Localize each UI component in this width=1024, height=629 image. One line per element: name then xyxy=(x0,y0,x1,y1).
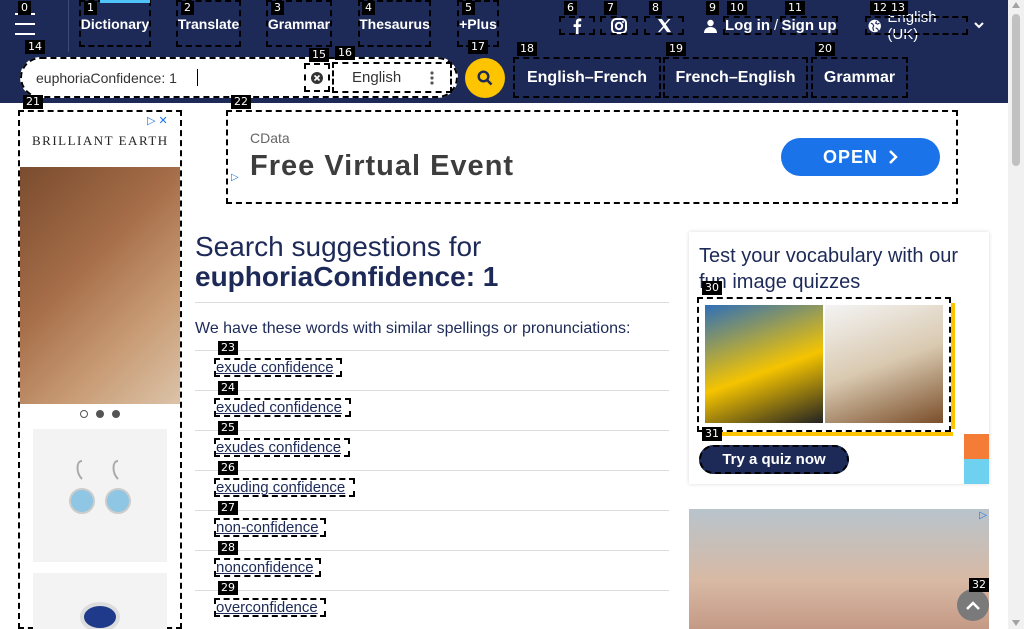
suggestion-link[interactable]: non-confidence xyxy=(214,518,326,537)
search-input[interactable] xyxy=(36,68,298,88)
mark-label: 1 xyxy=(84,1,97,15)
page-scrollbar[interactable] xyxy=(1008,0,1024,629)
ad-earrings-image xyxy=(33,429,167,562)
mark-label: 21 xyxy=(23,95,43,109)
page-title-prefix: Search suggestions for xyxy=(195,231,482,262)
link-french-english[interactable]: French–English xyxy=(663,57,808,98)
mark-label: 32 xyxy=(969,578,989,592)
dictionary-selector[interactable]: English xyxy=(332,62,452,93)
ad-headline: Free Virtual Event xyxy=(250,150,515,182)
suggestion-link[interactable]: exuding confidence xyxy=(214,478,355,497)
scrollbar-thumb[interactable] xyxy=(1012,14,1020,166)
scrollbar-up-arrow[interactable] xyxy=(1012,2,1020,8)
suggestion-link[interactable]: overconfidence xyxy=(214,598,326,617)
suggestion-link[interactable]: exude confidence xyxy=(214,358,342,377)
mark-label: 8 xyxy=(649,1,662,15)
mark-label: 2 xyxy=(181,1,194,15)
link-english-french[interactable]: English–French xyxy=(513,57,661,98)
top-banner-ad[interactable]: ▷ CData Free Virtual Event OPEN xyxy=(226,110,958,204)
ad-choices-icon: ▷ ✕ xyxy=(147,115,168,127)
language-selector[interactable]: English (UK) xyxy=(865,9,968,43)
x-twitter-icon[interactable] xyxy=(644,16,684,35)
ad-model-image xyxy=(20,167,180,404)
ad-brand: BRILLIANT EARTH xyxy=(32,133,169,148)
mark-label: 16 xyxy=(335,46,355,60)
mark-label: 30 xyxy=(702,281,722,295)
login-separator: / xyxy=(774,17,779,34)
ad-ring-image xyxy=(33,573,167,629)
mark-label: 12 xyxy=(870,1,890,15)
mark-label: 18 xyxy=(517,42,537,56)
suggestion-link[interactable]: exudes confidence xyxy=(214,438,350,457)
suggestion-link[interactable]: nonconfidence xyxy=(214,558,321,577)
mark-label: 10 xyxy=(727,1,747,15)
mark-label: 23 xyxy=(218,341,238,355)
ad-open-label: OPEN xyxy=(822,146,878,167)
facebook-icon[interactable] xyxy=(559,16,595,35)
carousel-dots[interactable] xyxy=(80,410,120,418)
link-grammar[interactable]: Grammar xyxy=(811,57,908,98)
bottom-right-ad[interactable]: ▷ xyxy=(689,509,989,629)
mark-label: 28 xyxy=(218,541,238,555)
ad-choices-icon: ▷ xyxy=(979,510,987,521)
mark-label: 3 xyxy=(271,1,284,15)
chevron-down-icon[interactable] xyxy=(972,16,986,35)
mark-label: 9 xyxy=(706,1,719,15)
quiz-image[interactable] xyxy=(697,297,955,436)
mark-label: 24 xyxy=(218,381,238,395)
ad-brand: CData xyxy=(250,130,290,146)
menu-icon-line xyxy=(15,33,35,35)
suggestion-link[interactable]: exuded confidence xyxy=(214,398,351,417)
feedback-tab[interactable] xyxy=(964,434,989,459)
page-title-query: euphoriaConfidence: 1 xyxy=(195,261,499,292)
clear-search-button[interactable] xyxy=(304,63,330,92)
mark-label: 27 xyxy=(218,501,238,515)
mark-label: 4 xyxy=(362,1,375,15)
mark-label: 25 xyxy=(218,421,238,435)
dictionary-selector-label: English xyxy=(352,69,402,86)
mark-label: 14 xyxy=(25,40,45,54)
mark-label: 29 xyxy=(218,581,238,595)
snail-image xyxy=(825,305,943,423)
scrollbar-down-arrow[interactable] xyxy=(1012,620,1020,626)
kebab-icon xyxy=(430,70,434,85)
mark-label: 0 xyxy=(18,1,31,15)
chevron-right-icon xyxy=(889,150,898,164)
top-navigation-bar xyxy=(0,0,1008,52)
scroll-to-top-button[interactable] xyxy=(957,589,989,621)
mark-label: 11 xyxy=(785,1,805,15)
mark-label: 19 xyxy=(666,42,686,56)
login-link[interactable]: Log in xyxy=(723,16,772,35)
mark-label: 6 xyxy=(564,1,577,15)
page-title: Search suggestions for euphoriaConfidenc… xyxy=(195,232,670,292)
mark-label: 7 xyxy=(604,1,617,15)
user-icon xyxy=(701,16,719,35)
mark-label: 13 xyxy=(888,1,908,15)
mark-label: 5 xyxy=(462,1,475,15)
mark-label: 20 xyxy=(815,42,835,56)
mark-label: 15 xyxy=(309,48,329,62)
ad-open-button[interactable]: OPEN xyxy=(781,138,940,176)
mark-label: 31 xyxy=(702,427,722,441)
menu-icon-line xyxy=(15,23,35,25)
globe-icon xyxy=(868,19,881,32)
suggestions-intro: We have these words with similar spellin… xyxy=(195,320,631,337)
quiz-title: Test your vocabulary with our fun image … xyxy=(699,245,959,293)
close-icon xyxy=(311,71,323,84)
ad-choices-icon: ▷ xyxy=(231,172,239,183)
search-icon xyxy=(477,70,493,86)
search-button[interactable] xyxy=(465,58,505,98)
share-tab[interactable] xyxy=(964,459,989,484)
parrot-image xyxy=(705,305,823,423)
mark-label: 17 xyxy=(468,40,488,54)
instagram-icon[interactable] xyxy=(600,16,638,35)
chevron-up-icon xyxy=(966,601,980,610)
mark-label: 22 xyxy=(231,95,251,109)
signup-link[interactable]: Sign up xyxy=(780,16,838,35)
mark-label: 26 xyxy=(218,461,238,475)
left-ad[interactable]: ▷ ✕ BRILLIANT EARTH xyxy=(18,110,182,629)
try-quiz-button[interactable]: Try a quiz now xyxy=(699,445,849,474)
